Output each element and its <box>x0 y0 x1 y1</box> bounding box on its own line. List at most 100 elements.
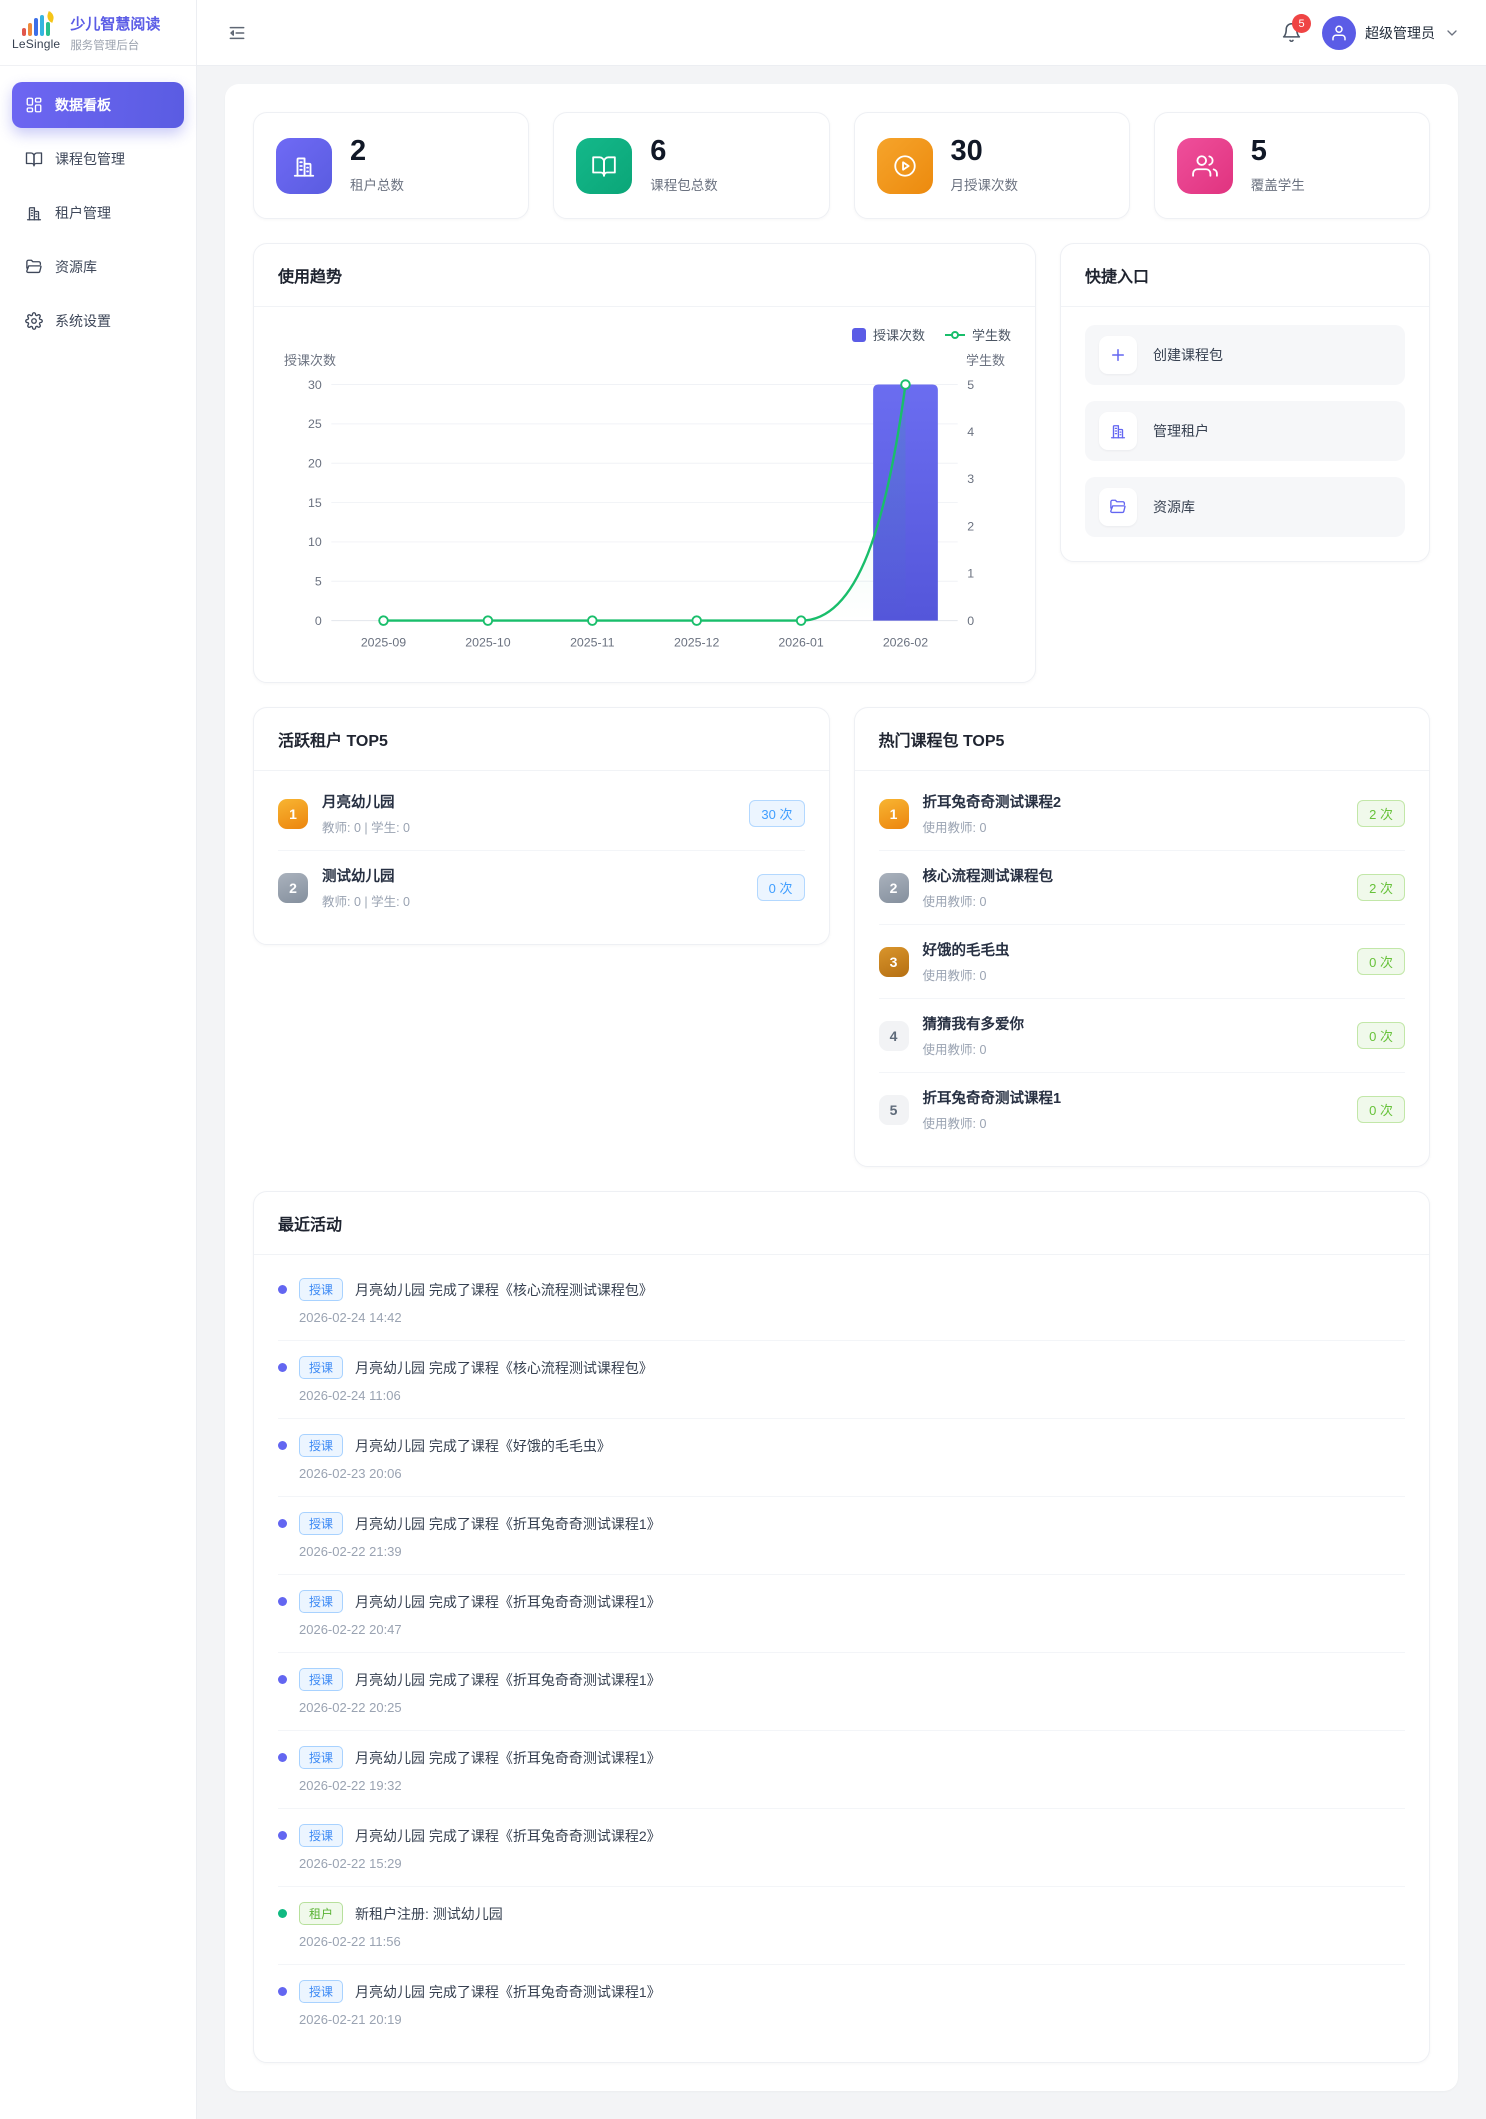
activity-type-badge: 授课 <box>299 1434 343 1457</box>
package-meta: 使用教师: 0 <box>923 1039 1025 1058</box>
sidebar-item-course-packages[interactable]: 课程包管理 <box>12 136 184 182</box>
sidebar-item-label: 系统设置 <box>55 311 111 331</box>
activity-item: 租户新租户注册: 测试幼儿园 2026-02-22 11:56 <box>278 1887 1405 1965</box>
stat-value: 30 <box>951 137 1019 166</box>
main-area: 5 超级管理员 <box>197 0 1486 2119</box>
activity-item: 授课月亮幼儿园 完成了课程《核心流程测试课程包》 2026-02-24 14:4… <box>278 1263 1405 1341</box>
svg-text:4: 4 <box>967 425 974 439</box>
app-logo: LeSingle 少儿智慧阅读 服务管理后台 <box>0 0 196 66</box>
legend-label: 授课次数 <box>873 325 925 344</box>
activity-item: 授课月亮幼儿园 完成了课程《折耳兔奇奇测试课程1》 2026-02-22 20:… <box>278 1653 1405 1731</box>
sidebar-item-label: 数据看板 <box>55 95 111 115</box>
tenant-meta: 教师: 0 | 学生: 0 <box>322 817 410 836</box>
package-name: 猜猜我有多爱你 <box>923 1013 1025 1034</box>
activity-time: 2026-02-24 14:42 <box>299 1310 1405 1325</box>
card-title: 热门课程包 TOP5 <box>855 708 1430 771</box>
axis-names: 授课次数 学生数 <box>278 344 1011 371</box>
package-name: 折耳兔奇奇测试课程1 <box>923 1087 1062 1108</box>
sidebar-item-dashboard[interactable]: 数据看板 <box>12 82 184 128</box>
activity-time: 2026-02-22 15:29 <box>299 1856 1405 1871</box>
activity-item: 授课月亮幼儿园 完成了课程《折耳兔奇奇测试课程1》 2026-02-21 20:… <box>278 1965 1405 2042</box>
avatar <box>1322 16 1356 50</box>
activity-dot <box>278 1285 287 1294</box>
book-icon <box>576 138 632 194</box>
stat-card-packages: 6 课程包总数 <box>553 112 829 219</box>
sidebar-item-tenants[interactable]: 租户管理 <box>12 190 184 236</box>
activity-type-badge: 授课 <box>299 1278 343 1301</box>
sidebar-item-label: 租户管理 <box>55 203 111 223</box>
svg-text:0: 0 <box>967 614 974 628</box>
activity-text: 月亮幼儿园 完成了课程《折耳兔奇奇测试课程1》 <box>355 1514 661 1534</box>
usage-count-badge: 0 次 <box>1357 948 1405 975</box>
gear-icon <box>25 312 43 330</box>
activity-text: 月亮幼儿园 完成了课程《折耳兔奇奇测试课程1》 <box>355 1592 661 1612</box>
activity-dot <box>278 1597 287 1606</box>
chart-legend: 授课次数 学生数 <box>278 325 1011 344</box>
quick-entry-create-package[interactable]: 创建课程包 <box>1085 325 1405 385</box>
quick-entry-resources[interactable]: 资源库 <box>1085 477 1405 537</box>
sidebar-item-resources[interactable]: 资源库 <box>12 244 184 290</box>
package-name: 核心流程测试课程包 <box>923 865 1054 886</box>
activity-type-badge: 授课 <box>299 1980 343 2003</box>
left-axis-label: 授课次数 <box>284 350 336 369</box>
rank-badge: 4 <box>879 1021 909 1051</box>
activity-time: 2026-02-22 19:32 <box>299 1778 1405 1793</box>
legend-bar-swatch <box>852 328 866 342</box>
app-title: 少儿智慧阅读 <box>70 13 160 34</box>
stat-card-monthly-lessons: 30 月授课次数 <box>854 112 1130 219</box>
activity-item: 授课月亮幼儿园 完成了课程《好饿的毛毛虫》 2026-02-23 20:06 <box>278 1419 1405 1497</box>
tenant-list-item: 2 测试幼儿园 教师: 0 | 学生: 0 0 次 <box>278 851 805 924</box>
right-axis-label: 学生数 <box>966 350 1005 369</box>
package-list-item: 5 折耳兔奇奇测试课程1 使用教师: 0 0 次 <box>879 1073 1406 1146</box>
sidebar-collapse-button[interactable] <box>227 23 247 43</box>
building-icon <box>1099 412 1137 450</box>
tenant-list-item: 1 月亮幼儿园 教师: 0 | 学生: 0 30 次 <box>278 777 805 851</box>
recent-activity-card: 最近活动 授课月亮幼儿园 完成了课程《核心流程测试课程包》 2026-02-24… <box>253 1191 1430 2063</box>
activity-type-badge: 授课 <box>299 1746 343 1769</box>
chevron-down-icon <box>1444 25 1460 41</box>
activity-type-badge: 授课 <box>299 1824 343 1847</box>
svg-text:15: 15 <box>308 496 322 510</box>
topbar: 5 超级管理员 <box>197 0 1486 66</box>
package-list-item: 2 核心流程测试课程包 使用教师: 0 2 次 <box>879 851 1406 925</box>
stat-label: 课程包总数 <box>650 174 718 194</box>
sidebar-item-settings[interactable]: 系统设置 <box>12 298 184 344</box>
quick-entry-label: 管理租户 <box>1153 421 1209 441</box>
rank-badge: 1 <box>879 799 909 829</box>
package-meta: 使用教师: 0 <box>923 965 1010 984</box>
activity-text: 月亮幼儿园 完成了课程《核心流程测试课程包》 <box>355 1280 653 1300</box>
usage-count-badge: 30 次 <box>749 800 804 827</box>
quick-entry-card: 快捷入口 创建课程包 <box>1060 243 1430 562</box>
activity-dot <box>278 1441 287 1450</box>
activity-type-badge: 授课 <box>299 1668 343 1691</box>
svg-text:2: 2 <box>967 519 974 533</box>
notifications-button[interactable]: 5 <box>1281 22 1302 43</box>
activity-text: 月亮幼儿园 完成了课程《折耳兔奇奇测试课程1》 <box>355 1748 661 1768</box>
activity-dot <box>278 1831 287 1840</box>
package-meta: 使用教师: 0 <box>923 817 1062 836</box>
user-name: 超级管理员 <box>1365 23 1435 43</box>
building-icon <box>276 138 332 194</box>
usage-count-badge: 2 次 <box>1357 800 1405 827</box>
package-list-item: 4 猜猜我有多爱你 使用教师: 0 0 次 <box>879 999 1406 1073</box>
package-name: 好饿的毛毛虫 <box>923 939 1010 960</box>
activity-text: 月亮幼儿园 完成了课程《好饿的毛毛虫》 <box>355 1436 611 1456</box>
activity-dot <box>278 1987 287 1996</box>
stat-value: 5 <box>1251 137 1305 166</box>
quick-entry-manage-tenants[interactable]: 管理租户 <box>1085 401 1405 461</box>
activity-time: 2026-02-22 20:25 <box>299 1700 1405 1715</box>
package-name: 折耳兔奇奇测试课程2 <box>923 791 1062 812</box>
plus-icon <box>1099 336 1137 374</box>
rank-badge: 3 <box>879 947 909 977</box>
stat-value: 2 <box>350 137 404 166</box>
svg-text:5: 5 <box>967 378 974 392</box>
legend-item-lessons[interactable]: 授课次数 <box>852 325 925 344</box>
dashboard-container: 2 租户总数 6 课程包总数 <box>225 84 1458 2091</box>
building-icon <box>25 204 43 222</box>
user-menu[interactable]: 超级管理员 <box>1322 16 1460 50</box>
activity-time: 2026-02-23 20:06 <box>299 1466 1405 1481</box>
card-title: 快捷入口 <box>1061 244 1429 307</box>
svg-text:10: 10 <box>308 535 322 549</box>
legend-item-students[interactable]: 学生数 <box>945 325 1011 344</box>
activity-time: 2026-02-22 20:47 <box>299 1622 1405 1637</box>
